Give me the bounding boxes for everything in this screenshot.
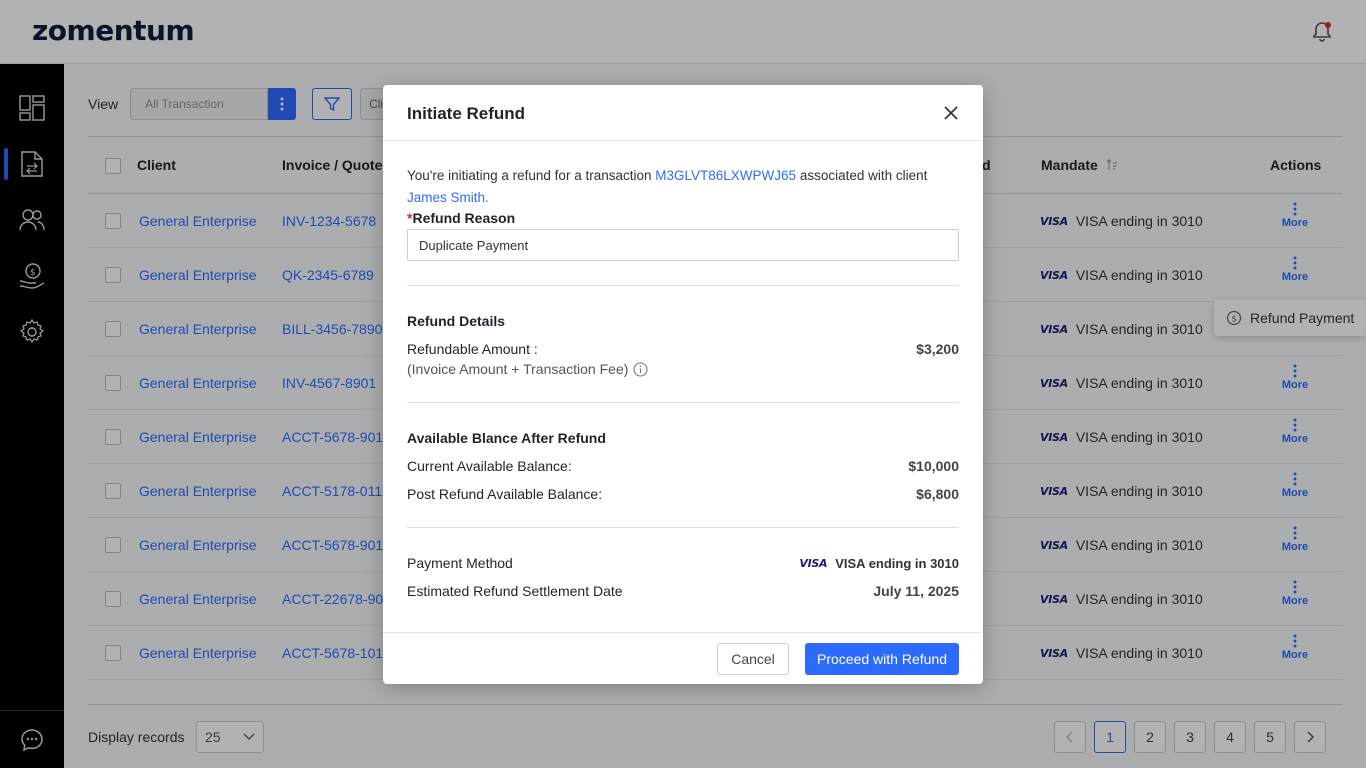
cancel-button[interactable]: Cancel: [717, 643, 789, 675]
payment-method-text: VISA ending in 3010: [835, 556, 959, 571]
post-refund-balance-value: $6,800: [916, 486, 959, 502]
payment-method-label: Payment Method: [407, 555, 513, 571]
refund-reason-input[interactable]: Duplicate Payment: [407, 229, 959, 261]
dialog-title: Initiate Refund: [407, 104, 526, 123]
intro-prefix: You're initiating a refund for a transac…: [407, 168, 652, 183]
refundable-sub-text: (Invoice Amount + Transaction Fee): [407, 361, 629, 377]
divider: [407, 402, 959, 403]
proceed-with-refund-button[interactable]: Proceed with Refund: [805, 643, 959, 675]
refundable-amount-label: Refundable Amount :: [407, 341, 538, 357]
current-balance-label: Current Available Balance:: [407, 458, 572, 474]
refund-reason-label-text: Refund Reason: [412, 210, 516, 226]
dialog-header: Initiate Refund: [383, 85, 983, 141]
info-icon[interactable]: [633, 361, 648, 377]
client-name-link[interactable]: James Smith.: [407, 190, 489, 205]
divider: [407, 527, 959, 528]
transaction-id-link[interactable]: M3GLVT86LXWPWJ65: [655, 168, 796, 183]
refundable-amount-sublabel: (Invoice Amount + Transaction Fee): [407, 361, 648, 377]
dialog-footer: Cancel Proceed with Refund: [383, 632, 983, 684]
intro-middle: associated with client: [799, 168, 928, 183]
initiate-refund-dialog: Initiate Refund You're initiating a refu…: [383, 85, 983, 684]
refund-details-title: Refund Details: [407, 313, 506, 329]
visa-icon: VISA: [799, 557, 828, 570]
payment-method-value: VISA VISA ending in 3010: [799, 556, 959, 571]
settlement-date-value: July 11, 2025: [873, 583, 959, 599]
refund-intro-text: You're initiating a refund for a transac…: [407, 165, 959, 209]
refund-reason-label: *Refund Reason: [407, 210, 515, 226]
balance-section-title: Available Blance After Refund: [407, 430, 606, 446]
close-icon[interactable]: [941, 103, 961, 123]
post-refund-balance-label: Post Refund Available Balance:: [407, 486, 603, 502]
refundable-amount-value: $3,200: [916, 341, 959, 357]
settlement-date-label: Estimated Refund Settlement Date: [407, 583, 623, 599]
divider: [407, 285, 959, 286]
current-balance-value: $10,000: [908, 458, 959, 474]
